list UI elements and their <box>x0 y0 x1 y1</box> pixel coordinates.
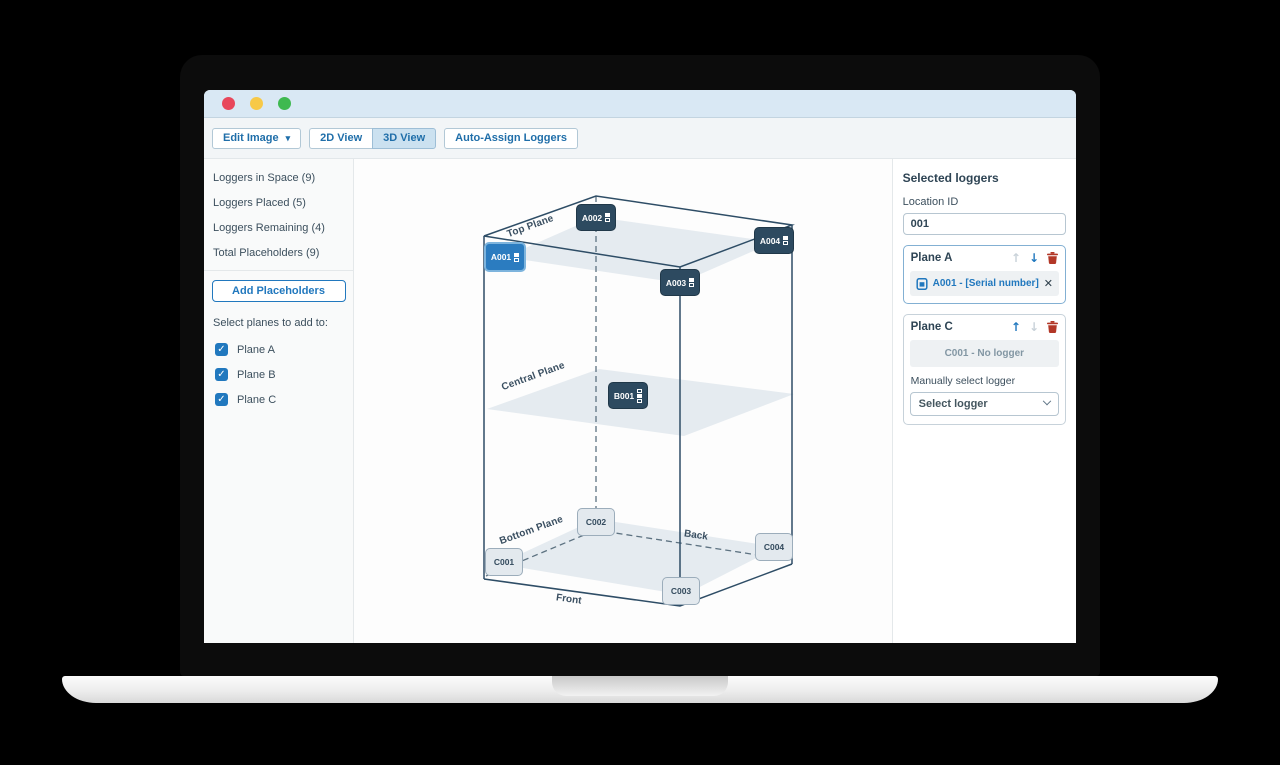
assigned-logger-row[interactable]: A001 - [Serial number] ✕ <box>910 271 1059 296</box>
selected-loggers-panel: Selected loggers Location ID Plane A ↑ ↓ <box>892 159 1076 643</box>
move-up-icon[interactable]: ↑ <box>1011 320 1021 334</box>
plane-a-card-header: Plane A ↑ ↓ <box>904 246 1065 269</box>
window-titlebar <box>204 90 1076 118</box>
plane-a-card-title: Plane A <box>911 252 953 264</box>
plane-c-checkbox-label: Plane C <box>237 394 276 406</box>
stat-loggers-in-space: Loggers in Space (9) <box>204 165 353 190</box>
add-placeholders-button[interactable]: Add Placeholders <box>212 280 346 302</box>
placeholder-c001-label: C001 <box>494 557 514 567</box>
caret-down-icon: ▾ <box>286 133 291 144</box>
plane-c-card-title: Plane C <box>911 321 953 333</box>
plane-c-checkbox-row[interactable]: ✓ Plane C <box>204 388 353 413</box>
view-toggle-group: 2D View 3D View <box>309 128 436 149</box>
view-3d-button[interactable]: 3D View <box>372 128 436 149</box>
placeholder-c003[interactable]: C003 <box>662 577 700 605</box>
plane-a-checkbox-label: Plane A <box>237 344 275 356</box>
manually-select-logger-label: Manually select logger <box>911 375 1058 387</box>
placeholder-a001-label: A001 <box>491 252 511 262</box>
location-id-label: Location ID <box>903 196 1066 208</box>
edit-image-label: Edit Image <box>223 132 279 144</box>
laptop-base-notch <box>552 676 728 696</box>
content-area: Loggers in Space (9) Loggers Placed (5) … <box>204 159 1076 643</box>
left-sidebar: Loggers in Space (9) Loggers Placed (5) … <box>204 159 354 643</box>
checkbox-checked-icon[interactable]: ✓ <box>215 343 228 356</box>
stat-loggers-remaining: Loggers Remaining (4) <box>204 215 353 240</box>
plane-a-checkbox-row[interactable]: ✓ Plane A <box>204 338 353 363</box>
placeholder-c001[interactable]: C001 <box>485 548 523 576</box>
select-logger-dropdown[interactable]: Select logger <box>910 392 1059 416</box>
checkbox-checked-icon[interactable]: ✓ <box>215 368 228 381</box>
placeholder-c003-label: C003 <box>671 586 691 596</box>
delete-plane-icon[interactable] <box>1047 252 1058 264</box>
select-planes-label: Select planes to add to: <box>204 312 353 338</box>
no-logger-row: C001 - No logger <box>910 340 1059 367</box>
plane-c-card: Plane C ↑ ↓ C001 - No logger <box>903 314 1066 425</box>
logger-device-icon <box>783 236 788 245</box>
zoom-window-button[interactable] <box>278 97 291 110</box>
auto-assign-loggers-button[interactable]: Auto-Assign Loggers <box>444 128 578 149</box>
select-logger-placeholder: Select logger <box>919 398 988 410</box>
placeholder-c004-label: C004 <box>764 542 784 552</box>
stat-total-placeholders: Total Placeholders (9) <box>204 240 353 265</box>
plane-c-card-header: Plane C ↑ ↓ <box>904 315 1065 338</box>
close-window-button[interactable] <box>222 97 235 110</box>
selected-loggers-title: Selected loggers <box>903 171 1066 185</box>
plane-b-checkbox-row[interactable]: ✓ Plane B <box>204 363 353 388</box>
placeholder-c002-label: C002 <box>586 517 606 527</box>
placeholder-a003-label: A003 <box>666 278 686 288</box>
assigned-logger-label: A001 - [Serial number] <box>933 278 1039 289</box>
placeholder-a003[interactable]: A003 <box>660 269 700 296</box>
logger-device-icon <box>605 213 610 222</box>
delete-plane-icon[interactable] <box>1047 321 1058 333</box>
logger-device-icon <box>637 389 642 403</box>
plane-a-card: Plane A ↑ ↓ <box>903 245 1066 304</box>
logger-device-icon <box>514 253 519 262</box>
placeholder-b001[interactable]: B001 <box>608 382 648 409</box>
logger-device-icon <box>689 278 694 287</box>
app-window: Edit Image ▾ 2D View 3D View Auto-Assign… <box>204 90 1076 643</box>
placeholder-a004[interactable]: A004 <box>754 227 794 254</box>
move-up-icon: ↑ <box>1011 251 1021 265</box>
stat-loggers-placed: Loggers Placed (5) <box>204 190 353 215</box>
checkbox-checked-icon[interactable]: ✓ <box>215 393 228 406</box>
placeholder-a002[interactable]: A002 <box>576 204 616 231</box>
logger-device-icon <box>916 278 928 290</box>
placeholder-b001-label: B001 <box>614 391 634 401</box>
move-down-icon[interactable]: ↓ <box>1029 251 1039 265</box>
placeholder-a002-label: A002 <box>582 213 602 223</box>
scene-canvas[interactable]: Top Plane Central Plane Bottom Plane Bac… <box>354 159 892 643</box>
placeholder-a004-label: A004 <box>760 236 780 246</box>
chevron-down-icon <box>1043 397 1051 405</box>
placeholder-c002[interactable]: C002 <box>577 508 615 536</box>
placeholder-c004[interactable]: C004 <box>755 533 793 561</box>
view-2d-button[interactable]: 2D View <box>309 128 372 149</box>
placeholder-a001[interactable]: A001 <box>484 242 526 272</box>
remove-logger-icon[interactable]: ✕ <box>1044 277 1053 290</box>
sidebar-divider <box>204 270 353 271</box>
location-id-input[interactable] <box>903 213 1066 235</box>
toolbar: Edit Image ▾ 2D View 3D View Auto-Assign… <box>204 118 1076 159</box>
minimize-window-button[interactable] <box>250 97 263 110</box>
stage: Edit Image ▾ 2D View 3D View Auto-Assign… <box>0 0 1280 765</box>
edit-image-dropdown[interactable]: Edit Image ▾ <box>212 128 301 149</box>
plane-b-checkbox-label: Plane B <box>237 369 276 381</box>
move-down-icon: ↓ <box>1029 320 1039 334</box>
